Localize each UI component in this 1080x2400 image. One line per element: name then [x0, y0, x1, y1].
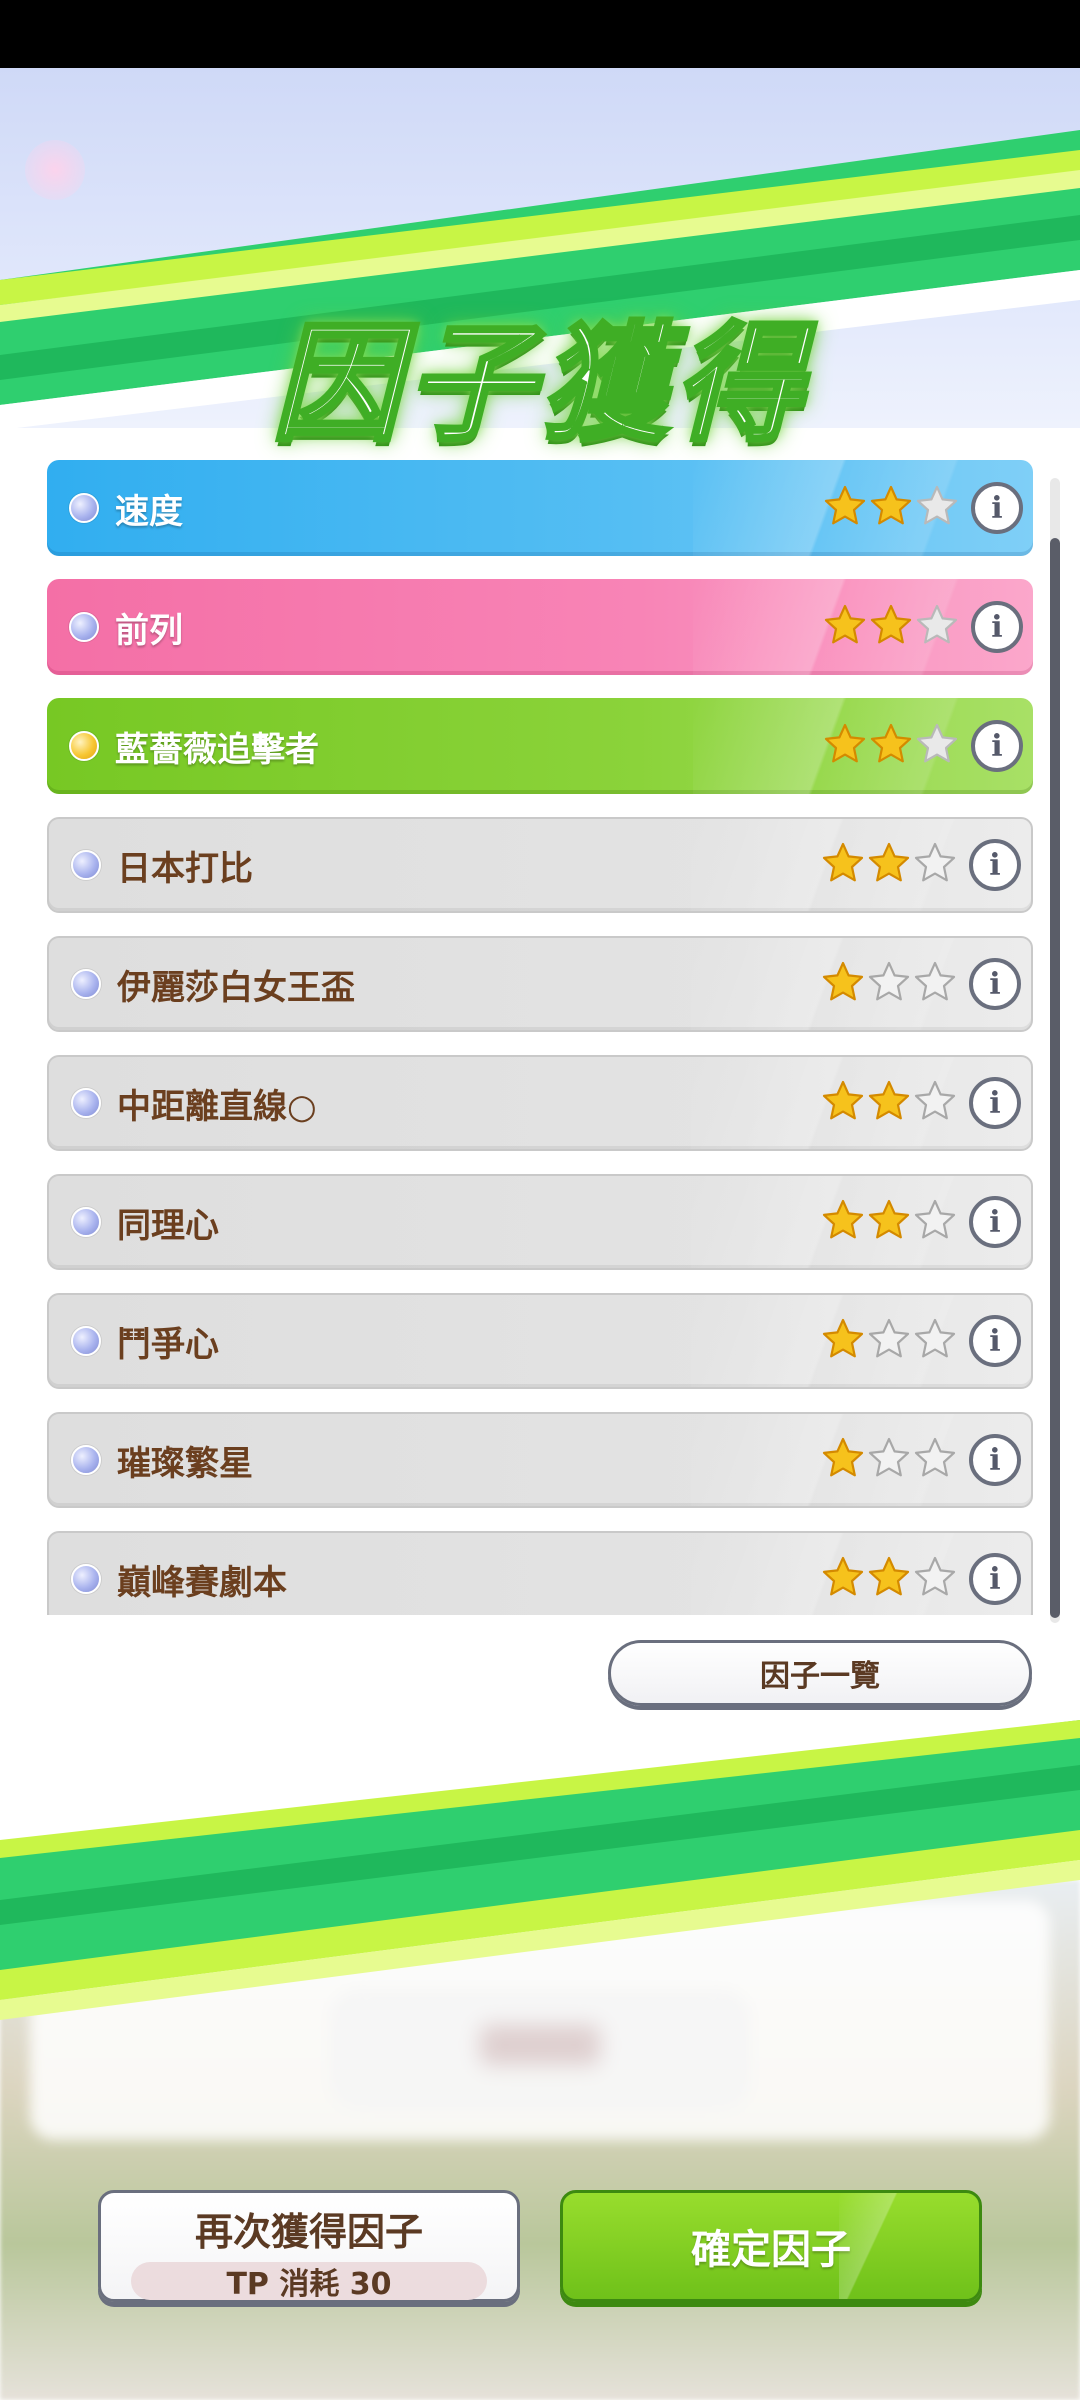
factor-row[interactable]: 前列 i [47, 579, 1033, 675]
page-title: 因子獲得 [270, 308, 808, 461]
factor-row[interactable]: 璀璨繁星 i [47, 1412, 1033, 1508]
factor-type-dot-icon [71, 969, 101, 999]
info-icon[interactable]: i [969, 958, 1021, 1010]
factor-type-dot-icon [71, 1207, 101, 1237]
factor-row[interactable]: 速度 i [47, 460, 1033, 556]
star-filled-icon [867, 1079, 911, 1127]
factor-row[interactable]: 巔峰賽劇本 i [47, 1531, 1033, 1615]
info-icon[interactable]: i [969, 1434, 1021, 1486]
factor-name: 伊麗莎白女王盃 [117, 967, 355, 1008]
star-empty-icon [915, 484, 959, 532]
factor-name: 同理心 [117, 1205, 219, 1246]
factor-row[interactable]: 伊麗莎白女王盃 i [47, 936, 1033, 1032]
star-filled-icon [821, 1079, 865, 1127]
star-empty-icon [913, 841, 957, 889]
star-filled-icon [821, 1555, 865, 1603]
info-icon[interactable]: i [969, 839, 1021, 891]
factor-name: 中距離直線○ [117, 1086, 317, 1127]
star-empty-icon [915, 603, 959, 651]
reacquire-label: 再次獲得因子 [194, 2210, 423, 2254]
star-rating [821, 841, 957, 889]
star-empty-icon [867, 1436, 911, 1484]
star-empty-icon [913, 1436, 957, 1484]
star-rating [823, 484, 959, 532]
factor-name: 鬥爭心 [117, 1324, 219, 1365]
star-rating [821, 1317, 957, 1365]
bokeh-light [25, 140, 85, 200]
star-empty-icon [867, 960, 911, 1008]
reacquire-factor-button[interactable]: 再次獲得因子 TP 消耗 30 [98, 2190, 520, 2302]
star-filled-icon [869, 603, 913, 651]
star-empty-icon [915, 722, 959, 770]
factor-type-dot-icon [69, 493, 99, 523]
factor-name: 日本打比 [117, 848, 253, 889]
factor-type-dot-icon [71, 1445, 101, 1475]
factor-type-dot-icon [71, 850, 101, 880]
star-empty-icon [913, 1555, 957, 1603]
star-empty-icon [913, 1079, 957, 1127]
star-filled-icon [821, 1317, 865, 1365]
star-filled-icon [869, 484, 913, 532]
factor-row[interactable]: 日本打比 i [47, 817, 1033, 913]
star-empty-icon [913, 960, 957, 1008]
star-filled-icon [821, 1198, 865, 1246]
info-icon[interactable]: i [969, 1315, 1021, 1367]
factor-name: 巔峰賽劇本 [117, 1562, 287, 1603]
scrollbar-thumb[interactable] [1050, 538, 1060, 1618]
factor-row[interactable]: 藍薔薇追擊者 i [47, 698, 1033, 794]
factor-type-dot-icon [71, 1326, 101, 1356]
star-rating [823, 603, 959, 651]
star-filled-icon [823, 603, 867, 651]
info-icon[interactable]: i [971, 482, 1023, 534]
factor-type-dot-icon [69, 731, 99, 761]
info-icon[interactable]: i [969, 1196, 1021, 1248]
star-filled-icon [867, 1555, 911, 1603]
factor-row[interactable]: 中距離直線○ i [47, 1055, 1033, 1151]
background-scene [0, 1880, 1080, 2400]
tp-cost-label: TP 消耗 30 [131, 2262, 487, 2302]
star-empty-icon [913, 1317, 957, 1365]
factor-type-dot-icon [71, 1088, 101, 1118]
factor-name: 前列 [115, 610, 183, 651]
info-icon[interactable]: i [969, 1553, 1021, 1605]
confirm-label: 確定因子 [691, 2227, 851, 2273]
star-filled-icon [823, 722, 867, 770]
star-filled-icon [867, 1198, 911, 1246]
star-filled-icon [821, 960, 865, 1008]
star-empty-icon [867, 1317, 911, 1365]
scrollbar[interactable] [1050, 478, 1060, 1623]
factor-type-dot-icon [71, 1564, 101, 1594]
status-bar [0, 0, 1080, 68]
factor-list[interactable]: 速度 i 前列 i 藍薔薇追擊者 i 日本打比 i 伊麗莎白女王盃 i 中距離直線○ i 同理心 i 鬥爭心… [47, 460, 1033, 1615]
info-icon[interactable]: i [971, 720, 1023, 772]
star-rating [823, 722, 959, 770]
factor-name: 速度 [115, 491, 183, 532]
factor-name: 藍薔薇追擊者 [115, 729, 319, 770]
star-empty-icon [913, 1198, 957, 1246]
star-rating [821, 1198, 957, 1246]
factor-name: 璀璨繁星 [117, 1443, 253, 1484]
factor-row[interactable]: 鬥爭心 i [47, 1293, 1033, 1389]
star-filled-icon [823, 484, 867, 532]
factor-type-dot-icon [69, 612, 99, 642]
star-filled-icon [867, 841, 911, 889]
info-icon[interactable]: i [969, 1077, 1021, 1129]
star-filled-icon [869, 722, 913, 770]
factor-list-button[interactable]: 因子一覽 [608, 1640, 1032, 1706]
star-filled-icon [821, 1436, 865, 1484]
factor-row[interactable]: 同理心 i [47, 1174, 1033, 1270]
star-rating [821, 1079, 957, 1127]
star-rating [821, 1555, 957, 1603]
star-rating [821, 960, 957, 1008]
info-icon[interactable]: i [971, 601, 1023, 653]
star-rating [821, 1436, 957, 1484]
star-filled-icon [821, 841, 865, 889]
confirm-factor-button[interactable]: 確定因子 [560, 2190, 982, 2302]
